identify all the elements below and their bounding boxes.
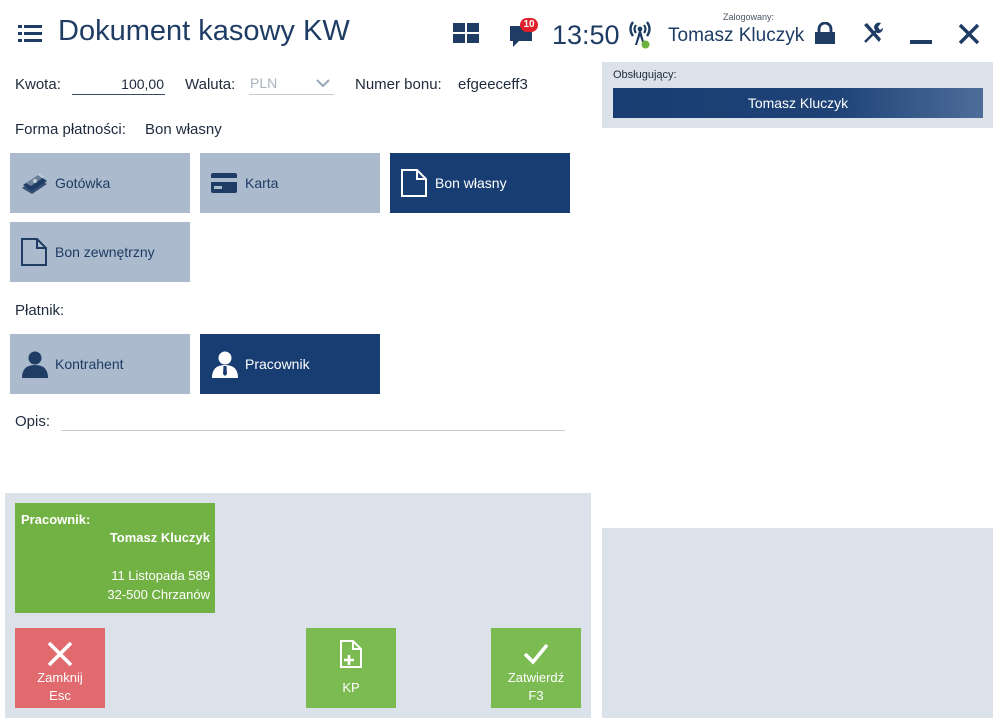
employee-icon — [212, 351, 238, 378]
waluta-value: PLN — [250, 75, 278, 91]
logged-in-user: Tomasz Kluczyk — [668, 25, 805, 46]
waluta-select[interactable]: PLN — [249, 74, 334, 95]
payer-card-name: Tomasz Kluczyk — [109, 530, 210, 545]
close-icon[interactable] — [958, 23, 980, 45]
tools-icon[interactable] — [862, 22, 884, 44]
opis-label: Opis: — [15, 413, 51, 430]
service-operator[interactable]: Tomasz Kluczyk — [613, 88, 983, 118]
payment-karta-button[interactable]: Karta — [200, 153, 380, 213]
right-bottom-panel — [602, 528, 993, 718]
payer-card-title: Pracownik: — [21, 512, 91, 527]
minimize-icon[interactable] — [910, 24, 932, 46]
kwota-input[interactable] — [72, 74, 165, 95]
confirm-button[interactable]: Zatwierdź F3 — [491, 628, 581, 708]
payment-bon-zewnetrzny-label: Bon zewnętrzny — [55, 244, 155, 260]
connection-status-icon[interactable] — [627, 19, 653, 49]
confirm-button-shortcut: F3 — [528, 688, 544, 703]
header: Dokument kasowy KW 10 13:50 Zalogowany: … — [0, 0, 1000, 62]
close-button[interactable]: Zamknij Esc — [15, 628, 105, 708]
numer-bonu-value: efgeeceff3 — [458, 76, 528, 93]
platnik-label: Płatnik: — [15, 302, 65, 319]
service-label: Obsługujący: — [613, 69, 677, 81]
payer-pracownik-label: Pracownik — [245, 356, 310, 372]
kp-button[interactable]: KP — [306, 628, 396, 708]
checkmark-icon — [523, 643, 549, 665]
waluta-label: Waluta: — [185, 76, 236, 93]
lock-icon[interactable] — [814, 22, 836, 44]
notification-badge: 10 — [520, 18, 538, 32]
payer-kontrahent-button[interactable]: Kontrahent — [10, 334, 190, 394]
cash-icon — [22, 174, 47, 194]
close-button-shortcut: Esc — [49, 688, 71, 703]
payment-gotowka-button[interactable]: Gotówka — [10, 153, 190, 213]
confirm-button-label: Zatwierdź — [507, 670, 565, 685]
close-button-label: Zamknij — [37, 670, 83, 685]
document-icon — [21, 238, 47, 266]
logged-in-label: Zalogowany: — [723, 12, 775, 22]
dashboard-icon[interactable] — [453, 23, 479, 43]
payer-card[interactable]: Pracownik: Tomasz Kluczyk 11 Listopada 5… — [15, 503, 215, 613]
kp-button-label: KP — [342, 680, 360, 695]
payment-bon-zewnetrzny-button[interactable]: Bon zewnętrzny — [10, 222, 190, 282]
page-title: Dokument kasowy KW — [58, 15, 350, 47]
opis-underline — [61, 430, 565, 431]
forma-platnosci-value: Bon własny — [145, 121, 222, 138]
payment-bon-wlasny-label: Bon własny — [435, 175, 507, 191]
payment-karta-label: Karta — [245, 175, 279, 191]
clock: 13:50 — [552, 20, 620, 50]
person-icon — [22, 351, 48, 378]
payment-bon-wlasny-button[interactable]: Bon własny — [390, 153, 570, 213]
close-icon — [47, 641, 73, 667]
kwota-label: Kwota: — [15, 76, 61, 93]
service-panel: Obsługujący: Tomasz Kluczyk — [602, 62, 993, 128]
payer-card-address-city: 32-500 Chrzanów — [107, 587, 210, 602]
numer-bonu-label: Numer bonu: — [355, 76, 442, 93]
payer-kontrahent-label: Kontrahent — [55, 356, 124, 372]
forma-platnosci-label: Forma płatności: — [15, 121, 126, 138]
menu-icon[interactable] — [16, 22, 44, 44]
payer-pracownik-button[interactable]: Pracownik — [200, 334, 380, 394]
card-icon — [211, 173, 237, 193]
add-document-icon — [340, 640, 362, 668]
payment-gotowka-label: Gotówka — [55, 175, 111, 191]
document-icon — [401, 169, 427, 197]
chevron-down-icon — [316, 79, 330, 88]
payer-card-address-street: 11 Listopada 589 — [111, 568, 210, 583]
